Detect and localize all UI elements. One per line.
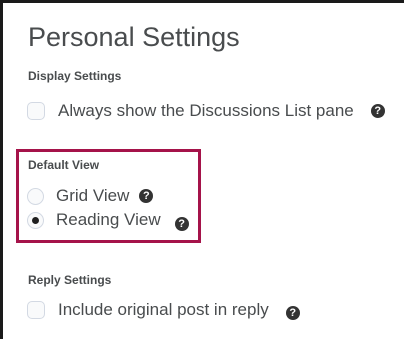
- always-show-discussions-row[interactable]: Always show the Discussions List pane ?: [27, 101, 385, 121]
- reading-view-label[interactable]: Reading View: [56, 210, 161, 230]
- help-icon[interactable]: ?: [139, 189, 154, 203]
- help-icon[interactable]: ?: [174, 217, 189, 231]
- personal-settings-panel: Personal Settings Display Settings Alway…: [0, 0, 404, 339]
- help-icon[interactable]: ?: [370, 104, 385, 118]
- default-view-heading: Default View: [28, 158, 100, 172]
- reading-view-radio[interactable]: [27, 211, 44, 229]
- page-title: Personal Settings: [28, 22, 240, 52]
- include-original-post-label[interactable]: Include original post in reply: [58, 300, 269, 320]
- help-icon[interactable]: ?: [285, 306, 300, 320]
- window-top-border: [0, 0, 404, 3]
- include-original-post-checkbox[interactable]: [27, 301, 45, 319]
- reading-view-option[interactable]: Reading View ?: [27, 210, 189, 231]
- reply-settings-heading: Reply Settings: [28, 273, 112, 287]
- display-settings-heading: Display Settings: [28, 69, 122, 83]
- window-left-border: [0, 0, 3, 339]
- grid-view-label[interactable]: Grid View: [56, 186, 129, 206]
- grid-view-radio[interactable]: [27, 187, 44, 205]
- grid-view-option[interactable]: Grid View ?: [27, 186, 154, 206]
- always-show-discussions-label[interactable]: Always show the Discussions List pane: [58, 101, 354, 121]
- include-original-post-row[interactable]: Include original post in reply ?: [27, 300, 300, 320]
- always-show-discussions-checkbox[interactable]: [27, 102, 45, 120]
